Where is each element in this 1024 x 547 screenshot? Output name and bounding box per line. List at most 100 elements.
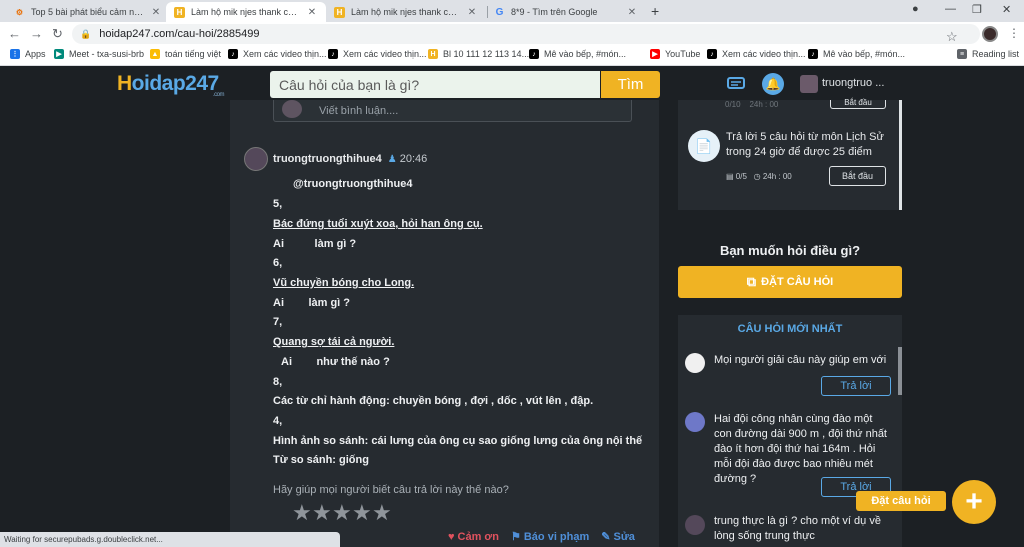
fab-label[interactable]: Đặt câu hỏi <box>856 491 946 511</box>
bookmark-item[interactable]: ♪ Xem các video thịn... <box>228 49 327 59</box>
ask-title: Bạn muốn hỏi điều gì? <box>719 243 861 258</box>
star-icon[interactable]: ★ <box>312 502 332 524</box>
answer-line: Hình ảnh so sánh: cái lưng của ông cụ sa… <box>273 435 643 447</box>
bookmark-item[interactable]: ♪ Mê vào bếp, #món... <box>529 49 626 59</box>
close-tab-icon[interactable]: ✕ <box>626 7 638 18</box>
start-task-button[interactable]: Bắt đầu <box>829 166 886 186</box>
close-window-icon[interactable]: ✕ <box>1002 3 1011 16</box>
heart-icon: ♥ <box>448 530 455 543</box>
browser-toolbar: ← → ↻ 🔒 hoidap247.com/cau-hoi/2885499 ☆ … <box>0 22 1024 46</box>
search-button[interactable]: Tìm <box>601 71 660 98</box>
avatar <box>685 515 705 535</box>
close-tab-icon[interactable]: ✕ <box>466 7 478 18</box>
answer-line: Các từ chỉ hành động: chuyền bóng , đợi … <box>273 395 594 407</box>
task-list-icon: ▤ <box>726 172 734 181</box>
tab-search-icon[interactable]: ● <box>912 3 919 15</box>
site-header: Hoidap247 .com Câu hỏi của bạn là gì? Tìm… <box>0 66 1024 100</box>
profile-avatar[interactable] <box>982 26 998 42</box>
star-rating[interactable]: ★ ★ ★ ★ ★ <box>292 502 392 524</box>
task-description: Trả lời 5 câu hỏi từ môn Lịch Sử trong 2… <box>726 131 884 158</box>
answer-button[interactable]: Trả lời <box>821 376 891 396</box>
answer-line: 4, <box>273 415 283 427</box>
newest-questions-panel: CÂU HỎI MỚI NHẤT Mọi người giải câu này … <box>678 315 902 547</box>
browser-menu-icon[interactable]: ⋮ <box>1008 26 1020 40</box>
hoidap-icon: H <box>334 6 345 18</box>
scrollbar[interactable] <box>898 347 902 395</box>
answer-time: 20:46 <box>399 153 428 165</box>
ask-icon: ⧉ <box>746 274 757 289</box>
answer-line: Ai như thế nào ? <box>281 356 390 368</box>
chat-icon[interactable] <box>727 75 745 93</box>
url-text[interactable]: hoidap247.com/cau-hoi/2885499 <box>99 28 259 40</box>
report-button[interactable]: ⚑ Báo vi phạm <box>510 530 589 544</box>
comment-avatar <box>282 100 302 118</box>
flag-icon: ⚑ <box>510 531 521 543</box>
address-bar[interactable]: 🔒 hoidap247.com/cau-hoi/2885499 ☆ <box>72 24 980 44</box>
edit-button[interactable]: ✎ Sửa <box>601 530 635 544</box>
bookmark-star-icon[interactable]: ☆ <box>946 26 966 48</box>
comment-input[interactable]: Viết bình luận.... <box>273 100 632 122</box>
bookmark-item[interactable]: H Bl 10 111 12 113 14... <box>428 49 529 59</box>
username-menu[interactable]: truongtruo ... <box>822 77 884 89</box>
task-card: 0/10 24h : 00 Bắt đầu 📄 Trả lời 5 câu hỏ… <box>678 99 902 210</box>
apps-icon: ⋮ <box>10 49 20 59</box>
rank-badge-icon: ♟ <box>387 153 397 165</box>
tiktok-icon: ♪ <box>529 49 539 59</box>
bookmark-youtube[interactable]: ▶ YouTube <box>650 49 700 59</box>
bookmark-apps[interactable]: ⋮ Apps <box>10 49 46 59</box>
browser-tab[interactable]: ⚙ Top 5 bài phát biểu cảm nghĩ về ✕ <box>6 2 170 22</box>
lock-icon[interactable]: 🔒 <box>80 29 91 40</box>
forward-icon[interactable]: → <box>30 26 43 41</box>
site-viewport: Hoidap247 .com Câu hỏi của bạn là gì? Tìm… <box>0 66 1024 547</box>
answer-line: Vũ chuyền bóng cho Long. <box>273 277 415 289</box>
rating-prompt: Hãy giúp mọi người biết câu trả lời này … <box>273 484 509 496</box>
answer-panel: Viết bình luận.... truongtruongthihue4 ♟… <box>230 100 659 547</box>
add-question-button[interactable]: + <box>952 480 996 524</box>
answer-author[interactable]: truongtruongthihue4 <box>273 153 382 165</box>
bookmark-item[interactable]: ♪ Xem các video thịn... <box>328 49 427 59</box>
avatar[interactable] <box>244 147 268 171</box>
bookmark-item[interactable]: ▲ toán tiếng việt <box>150 49 221 59</box>
maximize-icon[interactable]: ❐ <box>972 3 982 16</box>
bookmarks-bar: ⋮ Apps ▶ Meet - txa-susi-brb ▲ toán tiến… <box>0 46 1024 66</box>
back-icon[interactable]: ← <box>8 26 21 41</box>
close-tab-icon[interactable]: ✕ <box>150 7 162 18</box>
avatar <box>685 412 705 432</box>
ask-question-button[interactable]: ⧉ ĐẶT CÂU HỎI <box>678 266 902 298</box>
browser-tab-active[interactable]: H Làm hộ mik njes thank câu hỏi 2 ✕ <box>166 2 326 22</box>
answer-line: Bác đứng tuổi xuýt xoa, hỏi han ông cụ. <box>273 218 483 230</box>
star-icon[interactable]: ★ <box>292 502 312 524</box>
tiktok-icon: ♪ <box>328 49 338 59</box>
start-task-button[interactable]: Bắt đầu <box>830 99 886 109</box>
avatar <box>685 353 705 373</box>
answer-line: 7, <box>273 316 283 328</box>
minimize-icon[interactable]: — <box>945 3 956 15</box>
search-input[interactable]: Câu hỏi của bạn là gì? <box>270 71 600 98</box>
user-avatar[interactable] <box>800 75 818 93</box>
meet-icon: ▶ <box>54 49 64 59</box>
answer-line: Từ so sánh: giống <box>273 454 369 466</box>
bell-icon[interactable]: 🔔 <box>762 73 784 95</box>
browser-tab[interactable]: H Làm hộ mik njes thank câu hỏi 2 ✕ <box>326 2 486 22</box>
bookmark-item[interactable]: ♪ Xem các video thịn... <box>707 49 806 59</box>
bookmark-item[interactable]: ▶ Meet - txa-susi-brb <box>54 49 144 59</box>
reload-icon[interactable]: ↻ <box>52 26 63 42</box>
status-bar: Waiting for securepubads.g.doubleclick.n… <box>0 532 340 547</box>
close-tab-icon[interactable]: ✕ <box>306 7 318 18</box>
star-icon[interactable]: ★ <box>372 502 392 524</box>
reading-list[interactable]: ≡ Reading list <box>957 49 1019 59</box>
browser-tab[interactable]: G 8*9 - Tìm trên Google ✕ <box>486 2 646 22</box>
bookmark-item[interactable]: ♪ Mê vào bếp, #món... <box>808 49 905 59</box>
new-tab-icon[interactable]: + <box>651 3 659 19</box>
hoidap-icon: H <box>174 6 185 18</box>
hoidap-icon: H <box>428 49 438 59</box>
site-logo[interactable]: Hoidap247 .com <box>117 72 225 98</box>
reading-list-icon: ≡ <box>957 49 967 59</box>
star-icon[interactable]: ★ <box>332 502 352 524</box>
answer-line: 5, <box>273 198 283 210</box>
clock-icon: ◷ <box>753 172 761 181</box>
thanks-button[interactable]: ♥ Cảm ơn <box>448 530 499 543</box>
task-top-meta: 0/10 24h : 00 <box>725 100 779 109</box>
star-icon[interactable]: ★ <box>352 502 372 524</box>
youtube-icon: ▶ <box>650 49 660 59</box>
